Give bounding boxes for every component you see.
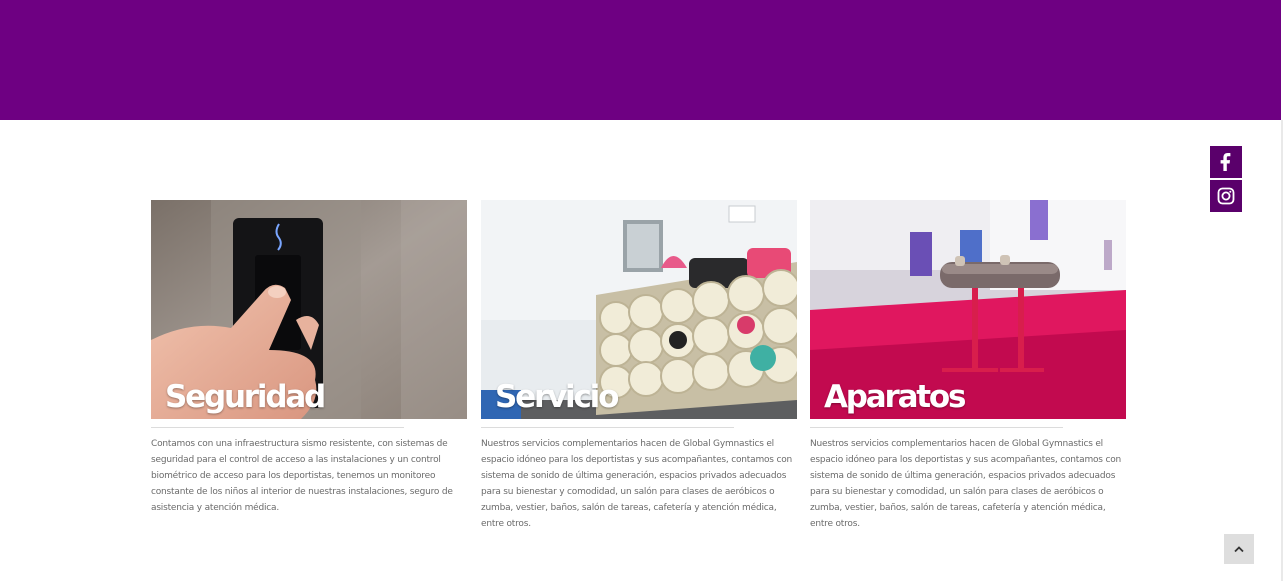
card-description: Nuestros servicios complementarios hacen… [481, 439, 793, 529]
card-divider [481, 427, 734, 428]
card-divider [810, 427, 1063, 428]
card-title: Aparatos [824, 379, 966, 415]
card-divider [151, 427, 404, 428]
card-image: Seguridad [151, 200, 467, 419]
instagram-button[interactable] [1210, 180, 1242, 212]
card-image: Aparatos [810, 200, 1126, 419]
card-title: Servicio [495, 379, 619, 415]
facebook-icon [1220, 153, 1231, 171]
feature-card-seguridad: Seguridad Contamos con una infraestructu… [151, 200, 468, 516]
card-title: Seguridad [165, 379, 326, 415]
card-image: Servicio [481, 200, 797, 419]
feature-card-servicio: Servicio Nuestros servicios complementar… [481, 200, 798, 532]
card-description: Nuestros servicios complementarios hacen… [810, 439, 1122, 529]
scroll-to-top-button[interactable] [1224, 534, 1254, 564]
card-description: Contamos con una infraestructura sismo r… [151, 439, 453, 513]
header-banner [0, 0, 1281, 120]
feature-card-aparatos: Aparatos Nuestros servicios complementar… [810, 200, 1127, 532]
chevron-up-icon [1234, 546, 1244, 553]
facebook-button[interactable] [1210, 146, 1242, 178]
instagram-icon [1217, 187, 1235, 205]
